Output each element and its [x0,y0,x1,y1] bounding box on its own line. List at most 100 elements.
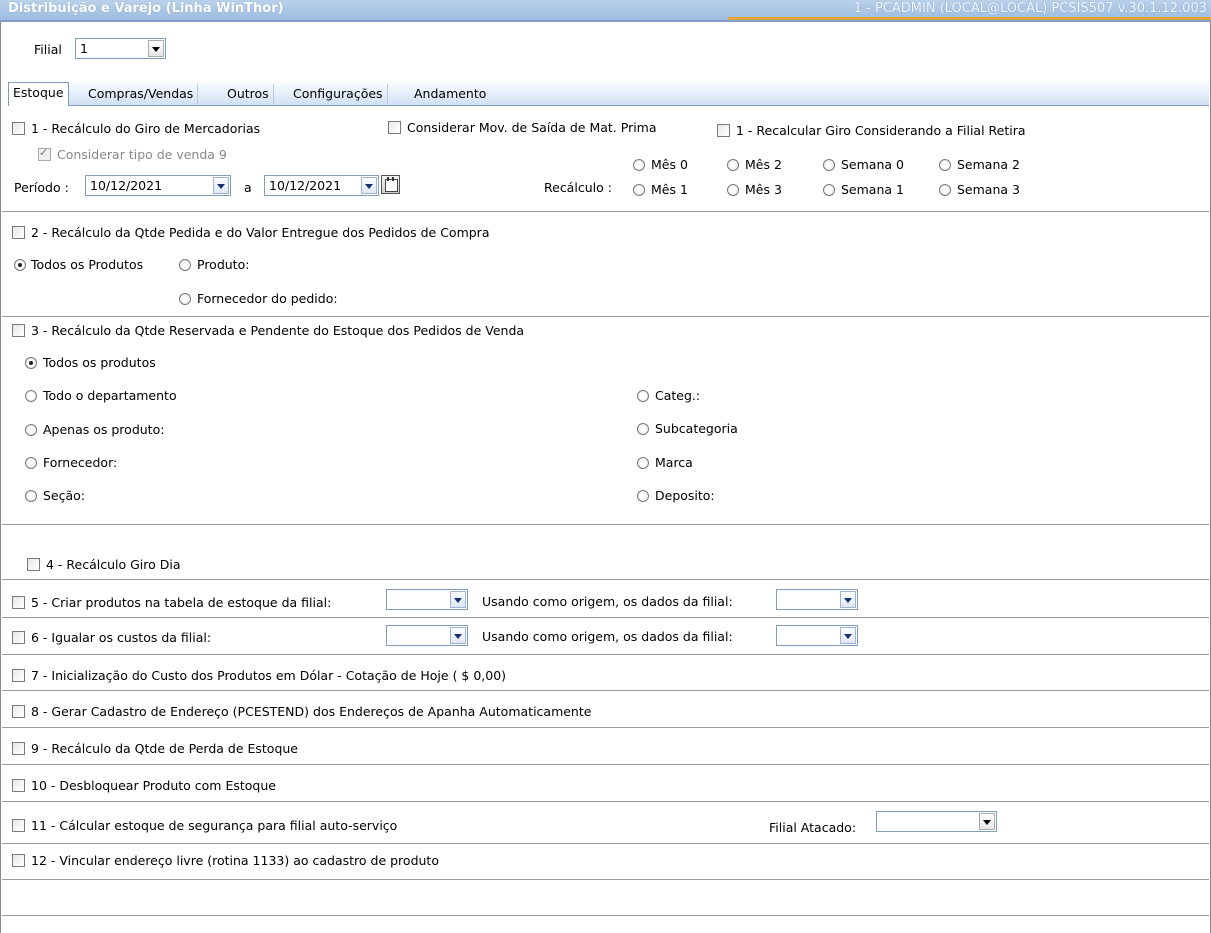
opt7-checkbox[interactable]: 7 - Inicialização do Custo dos Produtos … [12,667,506,683]
opt10-checkbox[interactable]: 10 - Desbloquear Produto com Estoque [12,777,276,793]
calendar-icon[interactable] [381,175,400,194]
radio-icon[interactable] [25,389,37,402]
radio-icon[interactable] [633,158,645,171]
checkbox-icon[interactable] [12,779,25,792]
opt8-checkbox[interactable]: 8 - Gerar Cadastro de Endereço (PCESTEND… [12,703,591,719]
radio-fornecedor-pedido[interactable]: Fornecedor do pedido: [179,290,338,306]
radio-icon[interactable] [727,183,739,196]
checkbox-icon[interactable] [12,819,25,832]
opt11-checkbox[interactable]: 11 - Cálcular estoque de segurança para … [12,817,397,833]
divider [2,654,1209,656]
chevron-down-icon[interactable] [450,627,466,644]
opt5-checkbox[interactable]: 5 - Criar produtos na tabela de estoque … [12,594,331,610]
checkbox-icon[interactable] [27,558,40,571]
chevron-down-icon[interactable] [148,40,164,57]
radio-deposito[interactable]: Deposito: [637,487,715,503]
radio-icon[interactable] [727,158,739,171]
data-inicio-picker[interactable]: 10/12/2021 [85,175,231,196]
radio-icon[interactable] [14,258,26,271]
checkbox-icon[interactable] [12,122,25,135]
radio-icon[interactable] [25,489,37,502]
checkbox-icon[interactable] [12,742,25,755]
checkbox-icon[interactable] [12,324,25,337]
checkbox-icon[interactable] [12,596,25,609]
checkbox-icon[interactable] [12,631,25,644]
radio-semana-3[interactable]: Semana 3 [939,181,1020,197]
chevron-down-icon[interactable] [840,627,856,644]
recalcular-filial-retira-checkbox[interactable]: 1 - Recalcular Giro Considerando a Filia… [717,122,1026,138]
radio-icon[interactable] [25,423,37,436]
recalculo-label: Recálculo : [544,180,612,195]
title-bar: Distribuição e Varejo (Linha WinThor) 1 … [0,0,1211,22]
tab-estoque[interactable]: Estoque [8,82,69,106]
opt4-checkbox[interactable]: 4 - Recálculo Giro Dia [27,556,181,572]
radio-semana-0[interactable]: Semana 0 [823,156,904,172]
radio-todo-departamento[interactable]: Todo o departamento [25,387,177,403]
filial-select[interactable]: 1 [75,38,166,59]
radio-icon[interactable] [637,422,649,435]
divider [2,764,1209,766]
chevron-down-icon[interactable] [979,813,995,830]
radio-icon[interactable] [179,292,191,305]
opt2-checkbox[interactable]: 2 - Recálculo da Qtde Pedida e do Valor … [12,224,489,240]
radio-icon[interactable] [25,356,37,369]
radio-secao[interactable]: Seção: [25,487,85,503]
chevron-down-icon[interactable] [840,591,856,608]
tab-andamento[interactable]: Andamento [410,84,490,104]
radio-icon[interactable] [939,158,951,171]
opt12-checkbox[interactable]: 12 - Vincular endereço livre (rotina 113… [12,852,439,868]
chevron-down-icon[interactable] [361,177,377,194]
radio-icon[interactable] [25,456,37,469]
radio-produto[interactable]: Produto: [179,256,249,272]
radio-icon[interactable] [179,258,191,271]
opt5-filial-select[interactable] [386,589,468,610]
radio-mes-1[interactable]: Mês 1 [633,181,688,197]
radio-semana-1[interactable]: Semana 1 [823,181,904,197]
opt9-checkbox[interactable]: 9 - Recálculo da Qtde de Perda de Estoqu… [12,740,298,756]
radio-mes-3[interactable]: Mês 3 [727,181,782,197]
window-title: Distribuição e Varejo (Linha WinThor) [8,1,284,16]
radio-icon[interactable] [637,489,649,502]
checkbox-icon[interactable] [12,705,25,718]
opt5-origem-label: Usando como origem, os dados da filial: [482,594,733,609]
radio-marca[interactable]: Marca [637,454,693,470]
tab-outros[interactable]: Outros [223,84,274,104]
tab-configuracoes[interactable]: Configurações [289,84,388,104]
a-label: a [244,180,252,195]
opt6-checkbox[interactable]: 6 - Igualar os custos da filial: [12,629,211,645]
divider [2,211,1209,213]
radio-icon[interactable] [823,183,835,196]
chevron-down-icon[interactable] [213,177,229,194]
chevron-down-icon[interactable] [450,591,466,608]
checkbox-icon[interactable] [12,226,25,239]
opt6-origem-select[interactable] [776,625,858,646]
checkbox-icon[interactable] [388,121,401,134]
radio-categ[interactable]: Categ.: [637,387,700,403]
radio-todos-os-produtos[interactable]: Todos os produtos [25,354,156,370]
radio-icon[interactable] [637,456,649,469]
data-fim-picker[interactable]: 10/12/2021 [264,175,379,196]
radio-mes-2[interactable]: Mês 2 [727,156,782,172]
checkbox-icon[interactable] [717,124,730,137]
title-accent-line [728,17,1211,20]
opt3-checkbox[interactable]: 3 - Recálculo da Qtde Reservada e Penden… [12,322,524,338]
radio-mes-0[interactable]: Mês 0 [633,156,688,172]
radio-fornecedor[interactable]: Fornecedor: [25,454,117,470]
checkbox-icon[interactable] [12,669,25,682]
opt6-filial-select[interactable] [386,625,468,646]
tab-compras-vendas[interactable]: Compras/Vendas [84,84,199,104]
radio-semana-2[interactable]: Semana 2 [939,156,1020,172]
considerar-mov-checkbox[interactable]: Considerar Mov. de Saída de Mat. Prima [388,119,657,135]
opt1-checkbox[interactable]: 1 - Recálculo do Giro de Mercadorias [12,120,260,136]
checkbox-icon[interactable] [12,854,25,867]
filial-atacado-label: Filial Atacado: [769,820,857,835]
opt5-origem-select[interactable] [776,589,858,610]
radio-apenas-produto[interactable]: Apenas os produto: [25,421,164,437]
radio-icon[interactable] [939,183,951,196]
radio-subcategoria[interactable]: Subcategoria [637,420,738,436]
radio-icon[interactable] [823,158,835,171]
radio-icon[interactable] [637,389,649,402]
filial-atacado-select[interactable] [876,811,997,832]
radio-icon[interactable] [633,183,645,196]
radio-todos-produtos[interactable]: Todos os Produtos [14,256,143,272]
